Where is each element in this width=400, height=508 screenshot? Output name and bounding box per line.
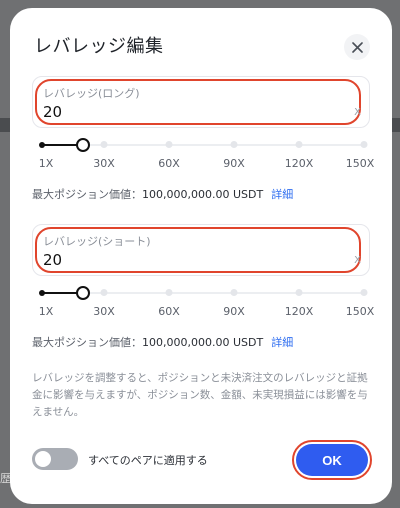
short-input-label: レバレッジ(ショート) bbox=[43, 235, 151, 248]
slider-dot bbox=[100, 141, 108, 148]
short-leverage-input[interactable]: レバレッジ(ショート) 20 X bbox=[32, 224, 370, 276]
slider-dot bbox=[165, 141, 173, 148]
slider-dot bbox=[360, 141, 368, 148]
close-button[interactable] bbox=[344, 34, 370, 60]
tick-label: 120X bbox=[284, 157, 314, 170]
slider-dot bbox=[230, 289, 238, 296]
slider-dot bbox=[295, 141, 303, 148]
short-input-value[interactable]: 20 bbox=[43, 251, 62, 269]
short-slider-ticks: 1X 30X 60X 90X 120X 150X bbox=[32, 305, 380, 319]
long-input-value[interactable]: 20 bbox=[43, 103, 62, 121]
long-leverage-slider[interactable] bbox=[39, 138, 368, 152]
slider-dot bbox=[165, 289, 173, 296]
long-max-position: 最大ポジション価値：100,000,000.00 USDT 詳細 bbox=[32, 186, 293, 202]
long-slider-ticks: 1X 30X 60X 90X 120X 150X bbox=[32, 157, 380, 171]
short-leverage-slider[interactable] bbox=[39, 286, 368, 300]
max-position-label: 最大ポジション価値： bbox=[32, 336, 142, 349]
details-link[interactable]: 詳細 bbox=[271, 336, 293, 349]
leverage-notice: レバレッジを調整すると、ポジションと未決済注文のレバレッジと証拠金に影響を与えま… bbox=[32, 372, 368, 418]
tick-label: 120X bbox=[284, 305, 314, 318]
slider-dot bbox=[295, 289, 303, 296]
tick-label: 1X bbox=[38, 305, 54, 318]
toggle-knob bbox=[35, 451, 51, 467]
long-input-label: レバレッジ(ロング) bbox=[43, 87, 140, 100]
short-max-position: 最大ポジション価値：100,000,000.00 USDT 詳細 bbox=[32, 334, 293, 350]
slider-dot bbox=[39, 290, 45, 296]
leverage-edit-dialog: レバレッジ編集 レバレッジ(ロング) 20 X 1X 30X 60X 90X 1… bbox=[10, 8, 392, 504]
apply-all-label: すべてのペアに適用する bbox=[88, 454, 208, 467]
tick-label: 30X bbox=[93, 157, 115, 170]
slider-track bbox=[42, 144, 366, 146]
background-bar bbox=[0, 118, 10, 132]
slider-dot bbox=[39, 142, 45, 148]
tick-label: 150X bbox=[345, 157, 375, 170]
details-link[interactable]: 詳細 bbox=[271, 188, 293, 201]
tick-label: 90X bbox=[223, 305, 245, 318]
tick-label: 60X bbox=[158, 157, 180, 170]
long-leverage-input[interactable]: レバレッジ(ロング) 20 X bbox=[32, 76, 370, 128]
slider-track bbox=[42, 292, 366, 294]
apply-all-toggle[interactable] bbox=[32, 448, 78, 470]
tick-label: 150X bbox=[345, 305, 375, 318]
slider-dot bbox=[360, 289, 368, 296]
tick-label: 60X bbox=[158, 305, 180, 318]
max-position-value: 100,000,000.00 USDT bbox=[142, 188, 264, 201]
tick-label: 30X bbox=[93, 305, 115, 318]
tick-label: 1X bbox=[38, 157, 54, 170]
slider-dot bbox=[100, 289, 108, 296]
long-input-unit: X bbox=[354, 107, 361, 118]
slider-thumb[interactable] bbox=[76, 138, 90, 152]
close-icon bbox=[351, 41, 363, 53]
slider-dot bbox=[230, 141, 238, 148]
ok-button[interactable]: OK bbox=[296, 444, 368, 476]
slider-thumb[interactable] bbox=[76, 286, 90, 300]
max-position-label: 最大ポジション価値： bbox=[32, 188, 142, 201]
short-input-unit: X bbox=[354, 255, 361, 266]
background-bar bbox=[392, 118, 400, 132]
max-position-value: 100,000,000.00 USDT bbox=[142, 336, 264, 349]
ok-button-highlight: OK bbox=[292, 440, 372, 480]
tick-label: 90X bbox=[223, 157, 245, 170]
dialog-title: レバレッジ編集 bbox=[34, 36, 164, 57]
